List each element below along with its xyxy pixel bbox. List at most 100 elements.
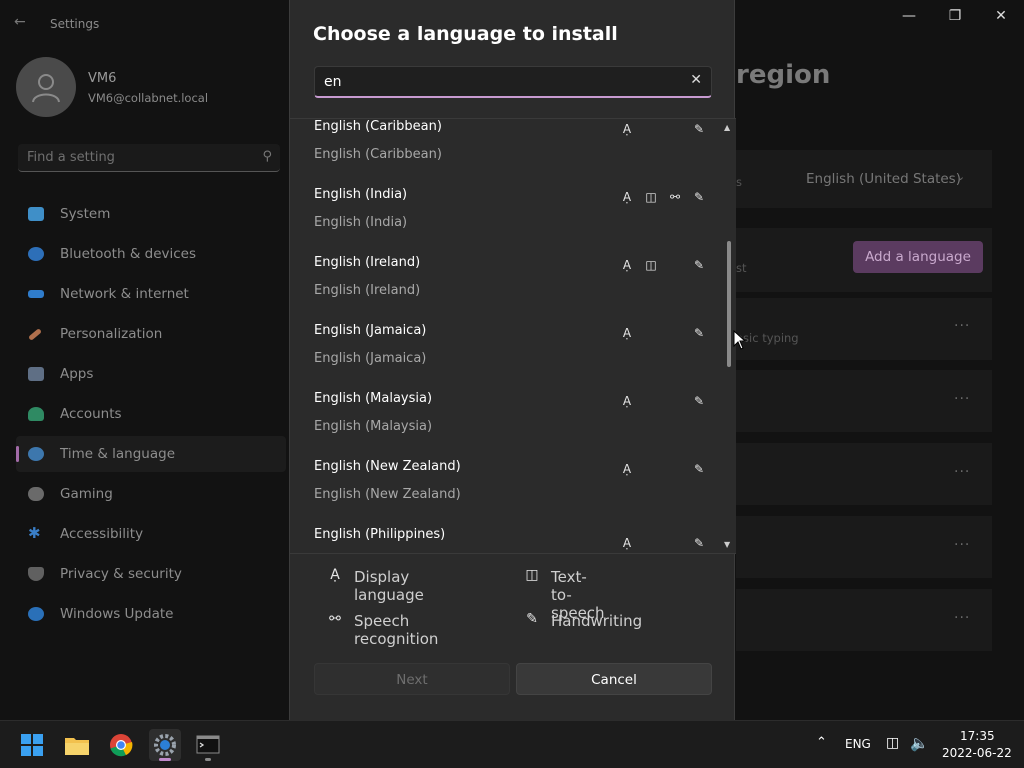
handwriting-icon: ✎ <box>693 462 705 476</box>
dialog-title: Choose a language to install <box>313 23 618 45</box>
language-native-name: English (Caribbean) <box>314 147 442 162</box>
next-button[interactable]: Next <box>314 663 510 695</box>
language-list[interactable]: English (Caribbean) English (Caribbean) … <box>290 118 736 554</box>
text-to-speech-icon: ◫ <box>525 567 539 583</box>
settings-search-input[interactable]: Find a setting ⚲ <box>18 144 280 172</box>
language-native-name: English (Jamaica) <box>314 351 427 366</box>
sidebar-item-personalization[interactable]: Personalization <box>16 316 286 352</box>
display-language-icon: Ạ <box>622 394 632 408</box>
language-search-input[interactable] <box>324 72 664 92</box>
sidebar-item-accounts[interactable]: Accounts <box>16 396 286 432</box>
list-item[interactable]: English (Philippines) Ạ ✎ <box>290 527 720 553</box>
settings-icon[interactable] <box>149 729 181 761</box>
language-name: English (Caribbean) <box>314 119 442 134</box>
list-item[interactable]: English (Malaysia) English (Malaysia) Ạ… <box>290 391 720 459</box>
sidebar-item-bluetooth[interactable]: Bluetooth & devices <box>16 236 286 272</box>
list-item[interactable]: English (Jamaica) English (Jamaica) Ạ ✎ <box>290 323 720 391</box>
microphone-icon: ⚯ <box>669 190 681 204</box>
scrollbar-thumb[interactable] <box>727 241 731 367</box>
list-item[interactable]: English (New Zealand) English (New Zeala… <box>290 459 720 527</box>
network-icon[interactable]: ◫ <box>886 735 899 751</box>
list-item[interactable]: English (India) English (India) Ạ ◫ ⚯ ✎ <box>290 187 720 255</box>
sidebar-item-label: Gaming <box>60 486 113 502</box>
sidebar-item-network[interactable]: Network & internet <box>16 276 286 312</box>
app-title: Settings <box>50 17 100 31</box>
avatar[interactable] <box>16 57 76 117</box>
controller-icon <box>28 487 44 501</box>
handwriting-icon: ✎ <box>693 190 705 204</box>
apps-icon <box>28 367 44 381</box>
chrome-logo-icon <box>110 734 133 757</box>
language-name: English (Jamaica) <box>314 323 427 338</box>
display-language-icon: Ạ <box>622 122 632 136</box>
gear-icon <box>154 734 176 756</box>
sidebar-item-label: Accessibility <box>60 526 144 542</box>
list-item[interactable]: English (Ireland) English (Ireland) Ạ ◫… <box>290 255 720 323</box>
handwriting-icon: ✎ <box>693 536 705 550</box>
sidebar-item-time-language[interactable]: Time & language <box>16 436 286 472</box>
language-name: English (Ireland) <box>314 255 421 270</box>
search-icon: ⚲ <box>262 149 272 164</box>
language-name: English (New Zealand) <box>314 459 461 474</box>
language-native-name: English (New Zealand) <box>314 487 461 502</box>
sidebar-item-privacy[interactable]: Privacy & security <box>16 556 286 592</box>
text-to-speech-icon: ◫ <box>645 258 657 272</box>
clock-time[interactable]: 17:35 <box>960 729 995 743</box>
cancel-button[interactable]: Cancel <box>516 663 712 695</box>
mouse-cursor-icon <box>733 330 747 350</box>
monitor-icon <box>28 207 44 221</box>
language-name: English (Philippines) <box>314 527 446 542</box>
input-language-indicator[interactable]: ENG <box>845 737 871 751</box>
handwriting-icon: ✎ <box>693 258 705 272</box>
text-to-speech-icon: ◫ <box>645 190 657 204</box>
more-options-icon[interactable]: ··· <box>954 464 970 480</box>
minimize-icon[interactable]: — <box>895 8 923 26</box>
add-language-button[interactable]: Add a language <box>853 241 983 273</box>
sidebar-item-apps[interactable]: Apps <box>16 356 286 392</box>
display-language-icon: Ạ <box>622 326 632 340</box>
sidebar-item-label: Personalization <box>60 326 163 342</box>
more-options-icon[interactable]: ··· <box>954 318 970 334</box>
more-options-icon[interactable]: ··· <box>954 391 970 407</box>
wifi-icon <box>28 290 44 298</box>
language-name: English (India) <box>314 187 408 202</box>
sidebar-item-label: Windows Update <box>60 606 174 622</box>
terminal-icon[interactable] <box>192 729 224 761</box>
chrome-icon[interactable] <box>105 729 137 761</box>
display-language-dropdown[interactable]: English (United States) <box>806 171 961 187</box>
more-options-icon[interactable]: ··· <box>954 610 970 626</box>
sidebar-item-label: System <box>60 206 111 222</box>
language-search-field[interactable]: ✕ <box>314 66 712 98</box>
windows-logo-icon <box>21 734 43 756</box>
speaker-icon[interactable]: 🔈 <box>910 734 929 752</box>
handwriting-icon: ✎ <box>526 611 538 627</box>
sidebar-item-label: Apps <box>60 366 94 382</box>
back-arrow-icon[interactable]: ← <box>14 14 32 32</box>
scroll-up-arrow-icon[interactable]: ▲ <box>724 123 730 132</box>
restore-icon[interactable]: ❐ <box>941 8 969 26</box>
display-language-icon: Ạ <box>622 536 632 550</box>
handwriting-icon: ✎ <box>693 326 705 340</box>
clear-icon[interactable]: ✕ <box>690 72 702 88</box>
scroll-down-arrow-icon[interactable]: ▼ <box>724 540 730 549</box>
sidebar-item-system[interactable]: System <box>16 196 286 232</box>
close-icon[interactable]: ✕ <box>987 8 1015 26</box>
screen: ← Settings — ❐ ✕ VM6 VM6@collabnet.local… <box>0 0 1024 768</box>
card-text: s <box>736 175 742 189</box>
list-item[interactable]: English (Caribbean) English (Caribbean) … <box>290 119 720 187</box>
sidebar-item-label: Network & internet <box>60 286 189 302</box>
more-options-icon[interactable]: ··· <box>954 537 970 553</box>
display-language-icon: Ạ <box>622 258 632 272</box>
start-icon[interactable] <box>16 729 48 761</box>
person-icon <box>28 407 44 421</box>
chevron-up-icon[interactable]: ⌃ <box>816 735 827 750</box>
file-explorer-icon[interactable] <box>61 729 93 761</box>
language-name: English (Malaysia) <box>314 391 433 406</box>
display-language-icon: Ạ <box>622 190 632 204</box>
sidebar-item-windows-update[interactable]: Windows Update <box>16 596 286 632</box>
sidebar-item-accessibility[interactable]: ✱ Accessibility <box>16 516 286 552</box>
sidebar-item-gaming[interactable]: Gaming <box>16 476 286 512</box>
clock-date[interactable]: 2022-06-22 <box>942 746 1012 760</box>
search-placeholder: Find a setting <box>27 150 115 165</box>
active-app-indicator <box>159 758 171 761</box>
